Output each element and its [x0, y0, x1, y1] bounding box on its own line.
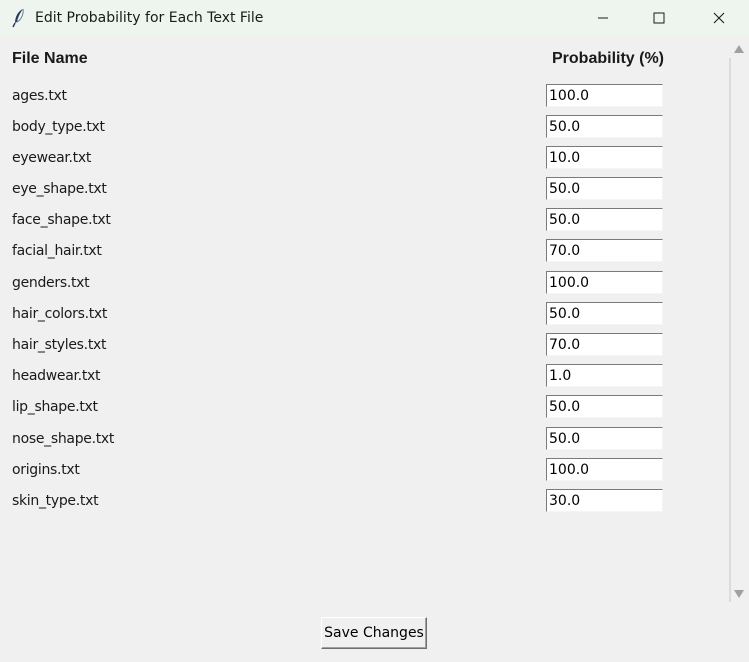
save-changes-button[interactable]: Save Changes: [321, 617, 427, 649]
header-probability: Probability (%): [552, 50, 665, 67]
vertical-scrollbar[interactable]: [729, 36, 749, 606]
file-name-label: hair_colors.txt: [12, 306, 108, 322]
file-name-label: body_type.txt: [12, 119, 105, 135]
probability-input[interactable]: [546, 458, 663, 481]
file-name-label: lip_shape.txt: [12, 399, 98, 415]
probability-input[interactable]: [546, 489, 663, 512]
probability-input[interactable]: [546, 115, 663, 138]
feather-icon: [12, 8, 24, 28]
file-name-label: skin_type.txt: [12, 493, 99, 509]
file-name-label: ages.txt: [12, 88, 67, 104]
probability-input[interactable]: [546, 208, 663, 231]
file-name-label: eye_shape.txt: [12, 181, 107, 197]
probability-input[interactable]: [546, 146, 663, 169]
probability-input[interactable]: [546, 427, 663, 450]
window-title: Edit Probability for Each Text File: [35, 10, 264, 26]
maximize-icon: [653, 12, 665, 24]
probability-input[interactable]: [546, 239, 663, 262]
file-name-label: facial_hair.txt: [12, 243, 102, 259]
file-name-label: eyewear.txt: [12, 150, 92, 166]
file-name-label: face_shape.txt: [12, 212, 111, 228]
minimize-icon: [598, 17, 608, 19]
scroll-down-arrow-icon[interactable]: [733, 589, 745, 599]
scrollbar-track[interactable]: [729, 58, 731, 602]
probability-input[interactable]: [546, 333, 663, 356]
title-bar[interactable]: Edit Probability for Each Text File: [0, 0, 749, 36]
maximize-button[interactable]: [636, 0, 682, 36]
probability-input[interactable]: [546, 302, 663, 325]
app-window: Edit Probability for Each Text File File…: [0, 0, 749, 662]
minimize-button[interactable]: [580, 0, 626, 36]
file-name-label: nose_shape.txt: [12, 431, 115, 447]
file-name-label: hair_styles.txt: [12, 337, 107, 353]
probability-input[interactable]: [546, 364, 663, 387]
close-icon: [713, 12, 725, 24]
close-button[interactable]: [696, 0, 742, 36]
header-file-name: File Name: [12, 50, 88, 67]
file-name-label: origins.txt: [12, 462, 80, 478]
file-name-label: genders.txt: [12, 275, 90, 291]
probability-input[interactable]: [546, 84, 663, 107]
probability-input[interactable]: [546, 177, 663, 200]
file-name-label: headwear.txt: [12, 368, 101, 384]
probability-input[interactable]: [546, 271, 663, 294]
scroll-up-arrow-icon[interactable]: [733, 44, 745, 54]
probability-input[interactable]: [546, 395, 663, 418]
